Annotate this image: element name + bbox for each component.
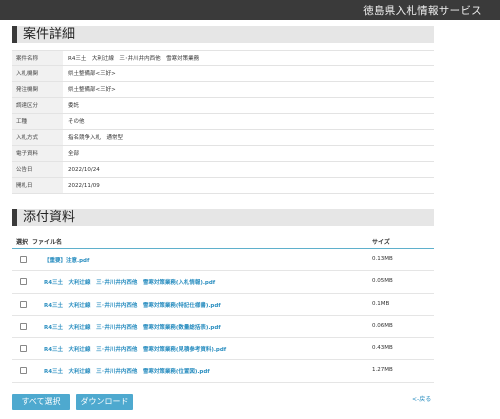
file-size: 0.05MB [372, 278, 393, 285]
detail-value: その他 [68, 119, 85, 125]
detail-label: 開札日 [12, 178, 63, 193]
detail-label: 案件名称 [12, 51, 63, 65]
detail-row: 工種 その他 [12, 114, 434, 130]
file-row: 【重要】注意.pdf 0.13MB [12, 249, 434, 272]
detail-value: 指名競争入札 通常型 [68, 135, 124, 141]
section-heading-label: 案件詳細 [23, 27, 76, 42]
file-select-checkbox[interactable] [20, 322, 27, 330]
site-title: 徳島県入札情報サービス [363, 5, 482, 17]
file-size: 0.13MB [372, 256, 393, 262]
detail-row: 入札方式 指名競争入札 通常型 [12, 130, 434, 146]
column-header-select: 選択 [16, 239, 29, 246]
file-link[interactable]: R4三土 大利辻線 三･井川井内西他 雪寒対策業務(見積参考資料).pdf [44, 345, 226, 353]
file-select-checkbox[interactable] [20, 300, 27, 308]
column-header-filename: ファイル名 [32, 239, 63, 246]
detail-row: 電子資料 全部 [12, 146, 434, 162]
detail-label: 調達区分 [12, 98, 63, 113]
file-row: R4三土 大利辻線 三･井川井内西他 雪寒対策業務(数量総括表).pdf 0.0… [12, 316, 434, 339]
detail-row: 開札日 2022/11/09 [12, 178, 434, 194]
detail-value: 県土整備部<三好> [68, 71, 116, 77]
file-size: 0.43MB [372, 345, 393, 352]
detail-row: 発注機関 県土整備部<三好> [12, 82, 434, 98]
file-select-checkbox[interactable] [20, 367, 27, 375]
back-link[interactable]: <-戻る [412, 394, 431, 403]
detail-row: 公告日 2022/10/24 [12, 162, 434, 178]
detail-value: 2022/10/24 [68, 167, 100, 173]
detail-label: 工種 [12, 114, 63, 129]
detail-label: 電子資料 [12, 146, 63, 161]
detail-row: 調達区分 委託 [12, 98, 434, 114]
file-size: 1.27MB [372, 367, 393, 374]
file-row: R4三土 大利辻線 三･井川井内西他 雪寒対策業務(特記仕様書).pdf 0.1… [12, 294, 434, 316]
detail-label: 発注機関 [12, 82, 63, 97]
detail-value: 全部 [68, 151, 80, 157]
attachments-header-row: 選択 ファイル名 サイズ [12, 233, 434, 249]
section-heading-details: 案件詳細 [12, 26, 434, 43]
detail-value: 県土整備部<三好> [68, 87, 116, 93]
file-link[interactable]: R4三土 大利辻線 三･井川井内西他 雪寒対策業務(位置図).pdf [44, 367, 210, 375]
detail-label: 入札機関 [12, 66, 63, 81]
file-row: R4三土 大利辻線 三･井川井内西他 雪寒対策業務(入札情報).pdf 0.05… [12, 271, 434, 294]
detail-label: 入札方式 [12, 130, 63, 145]
detail-row: 案件名称 R4三土 大利辻線 三･井川井内西他 雪寒対策業務 [12, 50, 434, 66]
attachments-table: 選択 ファイル名 サイズ 【重要】注意.pdf 0.13MB R4三土 大利辻線… [12, 233, 434, 383]
select-all-button[interactable]: すべて選択 [12, 394, 70, 410]
file-link[interactable]: R4三土 大利辻線 三･井川井内西他 雪寒対策業務(数量総括表).pdf [44, 323, 221, 331]
file-size: 0.1MB [372, 300, 390, 307]
file-link[interactable]: R4三土 大利辻線 三･井川井内西他 雪寒対策業務(特記仕様書).pdf [44, 301, 221, 309]
details-table: 案件名称 R4三土 大利辻線 三･井川井内西他 雪寒対策業務 入札機関 県土整備… [12, 50, 434, 194]
file-select-checkbox[interactable] [20, 345, 27, 353]
file-row: R4三土 大利辻線 三･井川井内西他 雪寒対策業務(位置図).pdf 1.27M… [12, 360, 434, 383]
detail-value: 2022/11/09 [68, 183, 100, 189]
file-size: 0.06MB [372, 322, 393, 329]
file-row: R4三土 大利辻線 三･井川井内西他 雪寒対策業務(見積参考資料).pdf 0.… [12, 338, 434, 361]
detail-row: 入札機関 県土整備部<三好> [12, 66, 434, 82]
download-button[interactable]: ダウンロード [76, 394, 133, 410]
file-link[interactable]: R4三土 大利辻線 三･井川井内西他 雪寒対策業務(入札情報).pdf [44, 278, 215, 286]
header-bar: 徳島県入札情報サービス [0, 0, 500, 20]
file-select-checkbox[interactable] [20, 278, 27, 286]
file-link[interactable]: 【重要】注意.pdf [44, 256, 89, 264]
detail-label: 公告日 [12, 162, 63, 177]
section-heading-attachments: 添付資料 [12, 209, 434, 226]
detail-value: 委託 [68, 103, 80, 109]
column-header-size: サイズ [372, 239, 390, 246]
section-heading-label: 添付資料 [23, 210, 76, 225]
file-select-checkbox[interactable] [20, 256, 27, 263]
detail-value: R4三土 大利辻線 三･井川井内西他 雪寒対策業務 [68, 56, 200, 62]
